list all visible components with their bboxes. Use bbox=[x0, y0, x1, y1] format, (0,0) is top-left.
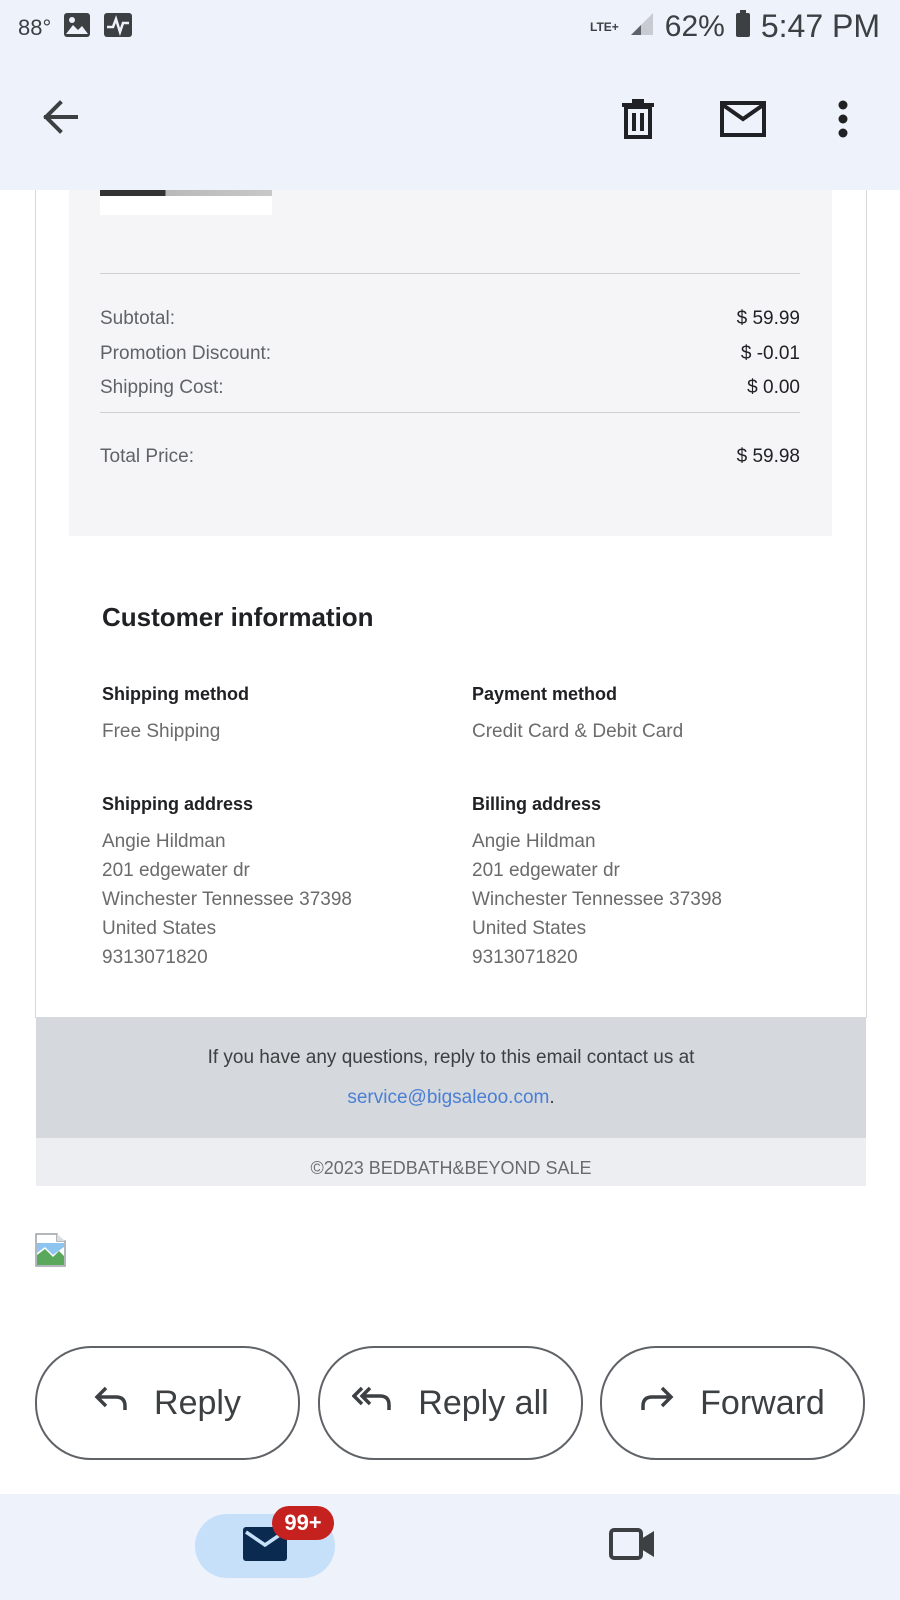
more-vert-icon bbox=[837, 99, 849, 144]
back-button[interactable] bbox=[34, 96, 86, 142]
status-bar: 88° LTE+ 62% 5:47 PM bbox=[0, 0, 900, 56]
more-options-button[interactable] bbox=[822, 96, 864, 146]
forward-button[interactable]: Forward bbox=[600, 1346, 865, 1460]
divider bbox=[100, 412, 800, 413]
reply-all-icon bbox=[351, 1384, 392, 1423]
shipping-address-street: 201 edgewater dr bbox=[102, 860, 250, 881]
pulse-icon bbox=[103, 12, 133, 43]
customer-info-title: Customer information bbox=[102, 602, 374, 632]
total-row: Total Price: $ 59.98 bbox=[100, 446, 800, 468]
trash-icon bbox=[620, 98, 656, 145]
copyright: ©2023 BEDBATH&BEYOND SALE bbox=[36, 1138, 866, 1186]
video-camera-icon bbox=[609, 1526, 657, 1567]
reply-label: Reply bbox=[154, 1383, 241, 1422]
email-toolbar bbox=[0, 56, 900, 190]
reply-all-label: Reply all bbox=[418, 1383, 549, 1422]
support-email-link[interactable]: service@bigsaleoo.com bbox=[347, 1087, 549, 1108]
shipping-cost-row: Shipping Cost: $ 0.00 bbox=[100, 377, 800, 399]
payment-method-value: Credit Card & Debit Card bbox=[472, 721, 684, 742]
temperature: 88° bbox=[18, 14, 52, 40]
billing-address-country: United States bbox=[472, 918, 587, 939]
email-body[interactable]: Subtotal: $ 59.99 Promotion Discount: $ … bbox=[0, 190, 900, 1490]
billing-address-phone: 9313071820 bbox=[472, 947, 578, 968]
reply-button[interactable]: Reply bbox=[35, 1346, 300, 1460]
subtotal-row: Subtotal: $ 59.99 bbox=[100, 308, 800, 330]
billing-address-name: Angie Hildman bbox=[472, 831, 596, 852]
billing-address-city: Winchester Tennessee 37398 bbox=[472, 889, 722, 910]
discount-value: $ -0.01 bbox=[740, 343, 800, 364]
broken-image-icon bbox=[35, 1233, 69, 1267]
forward-icon bbox=[640, 1384, 674, 1423]
mark-unread-button[interactable] bbox=[716, 96, 770, 146]
delete-button[interactable] bbox=[610, 96, 666, 146]
shipping-method-label: Shipping method bbox=[102, 684, 249, 704]
shipping-address-city: Winchester Tennessee 37398 bbox=[102, 889, 352, 910]
signal-icon bbox=[629, 11, 655, 42]
shipping-address-name: Angie Hildman bbox=[102, 831, 226, 852]
shipping-cost-label: Shipping Cost: bbox=[100, 377, 224, 398]
meet-tab[interactable] bbox=[608, 1524, 658, 1568]
billing-address-street: 201 edgewater dr bbox=[472, 860, 620, 881]
unread-badge: 99+ bbox=[272, 1506, 334, 1540]
shipping-address-label: Shipping address bbox=[102, 794, 254, 814]
image-icon bbox=[63, 12, 91, 43]
network-type: LTE+ bbox=[590, 19, 619, 34]
clock: 5:47 PM bbox=[760, 8, 880, 44]
status-right: LTE+ 62% 5:47 PM bbox=[590, 8, 880, 45]
shipping-address: Angie Hildman 201 edgewater dr Wincheste… bbox=[102, 827, 352, 972]
subtotal-label: Subtotal: bbox=[100, 308, 175, 329]
reply-all-button[interactable]: Reply all bbox=[318, 1346, 583, 1460]
shipping-address-phone: 9313071820 bbox=[102, 947, 208, 968]
help-email-line: service@bigsaleoo.com. bbox=[36, 1087, 866, 1109]
billing-address-label: Billing address bbox=[472, 794, 602, 814]
bottom-navigation: 99+ bbox=[0, 1494, 900, 1600]
battery-percent: 62% bbox=[664, 9, 725, 43]
battery-icon bbox=[735, 10, 751, 43]
shipping-method-value: Free Shipping bbox=[102, 721, 221, 742]
email-frame: Subtotal: $ 59.99 Promotion Discount: $ … bbox=[35, 190, 867, 1186]
message-actions: Reply Reply all Forward bbox=[35, 1346, 865, 1460]
subtotal-value: $ 59.99 bbox=[736, 308, 800, 329]
arrow-left-icon bbox=[40, 99, 80, 140]
reply-icon bbox=[94, 1384, 128, 1423]
total-value: $ 59.98 bbox=[736, 446, 800, 467]
email-suffix: . bbox=[549, 1087, 555, 1108]
order-summary: Subtotal: $ 59.99 Promotion Discount: $ … bbox=[69, 190, 832, 536]
shipping-cost-value: $ 0.00 bbox=[747, 377, 800, 398]
divider bbox=[100, 273, 800, 274]
discount-label: Promotion Discount: bbox=[100, 343, 272, 364]
status-left: 88° bbox=[18, 12, 133, 43]
help-text: If you have any questions, reply to this… bbox=[207, 1047, 695, 1068]
total-label: Total Price: bbox=[100, 446, 194, 467]
discount-row: Promotion Discount: $ -0.01 bbox=[100, 343, 800, 365]
envelope-icon bbox=[720, 100, 766, 142]
forward-label: Forward bbox=[700, 1383, 825, 1422]
product-image bbox=[100, 190, 272, 215]
payment-method-label: Payment method bbox=[472, 684, 618, 704]
shipping-address-country: United States bbox=[102, 918, 217, 939]
help-footer: If you have any questions, reply to this… bbox=[36, 1017, 866, 1138]
billing-address: Angie Hildman 201 edgewater dr Wincheste… bbox=[472, 827, 722, 972]
